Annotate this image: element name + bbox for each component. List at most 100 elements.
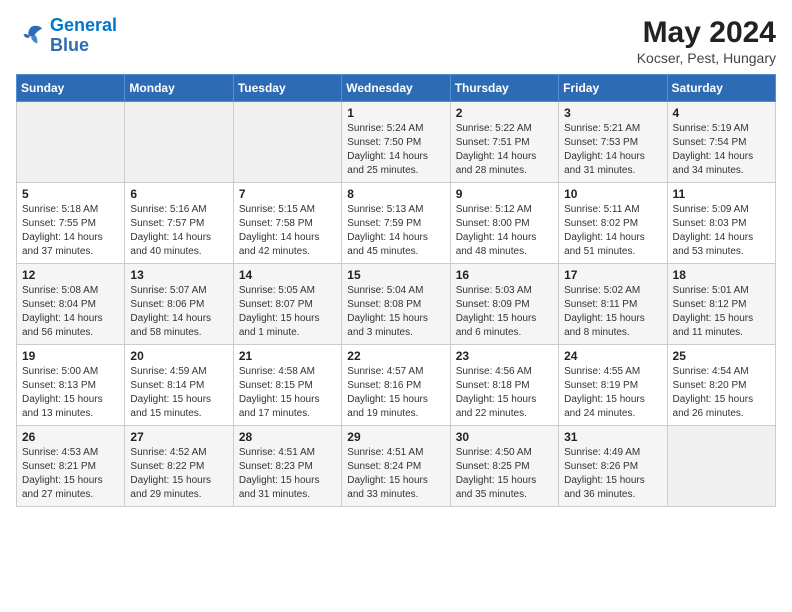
calendar-cell: 2 Sunrise: 5:22 AM Sunset: 7:51 PM Daylig…	[450, 102, 558, 183]
day-info: Sunrise: 5:15 AM Sunset: 7:58 PM Dayligh…	[239, 203, 336, 259]
calendar-cell: 4 Sunrise: 5:19 AM Sunset: 7:54 PM Daylig…	[667, 102, 775, 183]
day-info: Sunrise: 5:05 AM Sunset: 8:07 PM Dayligh…	[239, 284, 336, 340]
day-number: 1	[347, 106, 444, 120]
day-info: Sunrise: 4:58 AM Sunset: 8:15 PM Dayligh…	[239, 365, 336, 421]
day-info: Sunrise: 5:09 AM Sunset: 8:03 PM Dayligh…	[673, 203, 770, 259]
day-number: 19	[22, 349, 119, 363]
calendar-cell: 30 Sunrise: 4:50 AM Sunset: 8:25 PM Dayli…	[450, 426, 558, 507]
calendar-cell: 22 Sunrise: 4:57 AM Sunset: 8:16 PM Dayli…	[342, 345, 450, 426]
week-row-5: 26 Sunrise: 4:53 AM Sunset: 8:21 PM Dayli…	[17, 426, 776, 507]
calendar-cell: 15 Sunrise: 5:04 AM Sunset: 8:08 PM Dayli…	[342, 264, 450, 345]
calendar-cell: 11 Sunrise: 5:09 AM Sunset: 8:03 PM Dayli…	[667, 183, 775, 264]
calendar-cell: 13 Sunrise: 5:07 AM Sunset: 8:06 PM Dayli…	[125, 264, 233, 345]
day-info: Sunrise: 5:22 AM Sunset: 7:51 PM Dayligh…	[456, 122, 553, 178]
day-info: Sunrise: 5:21 AM Sunset: 7:53 PM Dayligh…	[564, 122, 661, 178]
calendar-cell: 28 Sunrise: 4:51 AM Sunset: 8:23 PM Dayli…	[233, 426, 341, 507]
day-number: 11	[673, 187, 770, 201]
day-number: 4	[673, 106, 770, 120]
calendar-cell: 27 Sunrise: 4:52 AM Sunset: 8:22 PM Dayli…	[125, 426, 233, 507]
day-number: 12	[22, 268, 119, 282]
header-day-tuesday: Tuesday	[233, 75, 341, 102]
day-info: Sunrise: 4:49 AM Sunset: 8:26 PM Dayligh…	[564, 446, 661, 502]
day-info: Sunrise: 4:51 AM Sunset: 8:24 PM Dayligh…	[347, 446, 444, 502]
day-number: 25	[673, 349, 770, 363]
calendar-cell: 31 Sunrise: 4:49 AM Sunset: 8:26 PM Dayli…	[559, 426, 667, 507]
day-number: 30	[456, 430, 553, 444]
day-number: 21	[239, 349, 336, 363]
day-number: 27	[130, 430, 227, 444]
calendar-cell: 29 Sunrise: 4:51 AM Sunset: 8:24 PM Dayli…	[342, 426, 450, 507]
day-number: 13	[130, 268, 227, 282]
header-day-monday: Monday	[125, 75, 233, 102]
logo-bird-icon	[16, 21, 46, 51]
calendar-cell: 6 Sunrise: 5:16 AM Sunset: 7:57 PM Daylig…	[125, 183, 233, 264]
calendar-cell: 5 Sunrise: 5:18 AM Sunset: 7:55 PM Daylig…	[17, 183, 125, 264]
header-day-wednesday: Wednesday	[342, 75, 450, 102]
day-info: Sunrise: 5:04 AM Sunset: 8:08 PM Dayligh…	[347, 284, 444, 340]
calendar-cell: 10Sunrise: 5:11 AM Sunset: 8:02 PM Dayli…	[559, 183, 667, 264]
logo: General Blue	[16, 16, 117, 56]
day-info: Sunrise: 4:50 AM Sunset: 8:25 PM Dayligh…	[456, 446, 553, 502]
day-number: 15	[347, 268, 444, 282]
day-info: Sunrise: 5:07 AM Sunset: 8:06 PM Dayligh…	[130, 284, 227, 340]
calendar-cell: 26 Sunrise: 4:53 AM Sunset: 8:21 PM Dayli…	[17, 426, 125, 507]
day-number: 6	[130, 187, 227, 201]
calendar-cell: 8 Sunrise: 5:13 AM Sunset: 7:59 PM Daylig…	[342, 183, 450, 264]
day-number: 31	[564, 430, 661, 444]
day-number: 29	[347, 430, 444, 444]
day-info: Sunrise: 4:56 AM Sunset: 8:18 PM Dayligh…	[456, 365, 553, 421]
day-number: 16	[456, 268, 553, 282]
header-day-saturday: Saturday	[667, 75, 775, 102]
day-info: Sunrise: 4:55 AM Sunset: 8:19 PM Dayligh…	[564, 365, 661, 421]
day-number: 23	[456, 349, 553, 363]
day-info: Sunrise: 5:13 AM Sunset: 7:59 PM Dayligh…	[347, 203, 444, 259]
day-info: Sunrise: 5:18 AM Sunset: 7:55 PM Dayligh…	[22, 203, 119, 259]
week-row-2: 5 Sunrise: 5:18 AM Sunset: 7:55 PM Daylig…	[17, 183, 776, 264]
calendar-table: SundayMondayTuesdayWednesdayThursdayFrid…	[16, 74, 776, 507]
calendar-cell: 20Sunrise: 4:59 AM Sunset: 8:14 PM Dayli…	[125, 345, 233, 426]
calendar-cell	[233, 102, 341, 183]
day-info: Sunrise: 5:00 AM Sunset: 8:13 PM Dayligh…	[22, 365, 119, 421]
day-info: Sunrise: 5:08 AM Sunset: 8:04 PM Dayligh…	[22, 284, 119, 340]
day-number: 5	[22, 187, 119, 201]
calendar-cell: 9 Sunrise: 5:12 AM Sunset: 8:00 PM Daylig…	[450, 183, 558, 264]
header-day-friday: Friday	[559, 75, 667, 102]
calendar-cell: 3 Sunrise: 5:21 AM Sunset: 7:53 PM Daylig…	[559, 102, 667, 183]
day-info: Sunrise: 4:51 AM Sunset: 8:23 PM Dayligh…	[239, 446, 336, 502]
day-number: 9	[456, 187, 553, 201]
day-info: Sunrise: 5:01 AM Sunset: 8:12 PM Dayligh…	[673, 284, 770, 340]
calendar-cell	[125, 102, 233, 183]
day-info: Sunrise: 4:53 AM Sunset: 8:21 PM Dayligh…	[22, 446, 119, 502]
day-number: 24	[564, 349, 661, 363]
week-row-1: 1 Sunrise: 5:24 AM Sunset: 7:50 PM Daylig…	[17, 102, 776, 183]
day-number: 26	[22, 430, 119, 444]
logo-text: General Blue	[50, 16, 117, 56]
day-info: Sunrise: 5:11 AM Sunset: 8:02 PM Dayligh…	[564, 203, 661, 259]
day-info: Sunrise: 5:24 AM Sunset: 7:50 PM Dayligh…	[347, 122, 444, 178]
calendar-title: May 2024	[637, 16, 776, 50]
calendar-cell: 23 Sunrise: 4:56 AM Sunset: 8:18 PM Dayli…	[450, 345, 558, 426]
day-number: 3	[564, 106, 661, 120]
day-number: 2	[456, 106, 553, 120]
calendar-cell: 1 Sunrise: 5:24 AM Sunset: 7:50 PM Daylig…	[342, 102, 450, 183]
calendar-cell: 16Sunrise: 5:03 AM Sunset: 8:09 PM Dayli…	[450, 264, 558, 345]
calendar-cell: 7Sunrise: 5:15 AM Sunset: 7:58 PM Daylig…	[233, 183, 341, 264]
calendar-cell: 17Sunrise: 5:02 AM Sunset: 8:11 PM Dayli…	[559, 264, 667, 345]
week-row-3: 12 Sunrise: 5:08 AM Sunset: 8:04 PM Dayli…	[17, 264, 776, 345]
page-header: General Blue May 2024 Kocser, Pest, Hung…	[16, 16, 776, 66]
week-row-4: 19 Sunrise: 5:00 AM Sunset: 8:13 PM Dayli…	[17, 345, 776, 426]
calendar-cell: 19 Sunrise: 5:00 AM Sunset: 8:13 PM Dayli…	[17, 345, 125, 426]
day-number: 22	[347, 349, 444, 363]
calendar-cell: 18 Sunrise: 5:01 AM Sunset: 8:12 PM Dayli…	[667, 264, 775, 345]
day-number: 14	[239, 268, 336, 282]
day-info: Sunrise: 4:57 AM Sunset: 8:16 PM Dayligh…	[347, 365, 444, 421]
day-number: 8	[347, 187, 444, 201]
day-info: Sunrise: 5:19 AM Sunset: 7:54 PM Dayligh…	[673, 122, 770, 178]
calendar-cell: 24 Sunrise: 4:55 AM Sunset: 8:19 PM Dayli…	[559, 345, 667, 426]
day-number: 18	[673, 268, 770, 282]
calendar-subtitle: Kocser, Pest, Hungary	[637, 50, 776, 66]
day-info: Sunrise: 4:52 AM Sunset: 8:22 PM Dayligh…	[130, 446, 227, 502]
day-info: Sunrise: 5:12 AM Sunset: 8:00 PM Dayligh…	[456, 203, 553, 259]
day-info: Sunrise: 5:16 AM Sunset: 7:57 PM Dayligh…	[130, 203, 227, 259]
day-number: 28	[239, 430, 336, 444]
